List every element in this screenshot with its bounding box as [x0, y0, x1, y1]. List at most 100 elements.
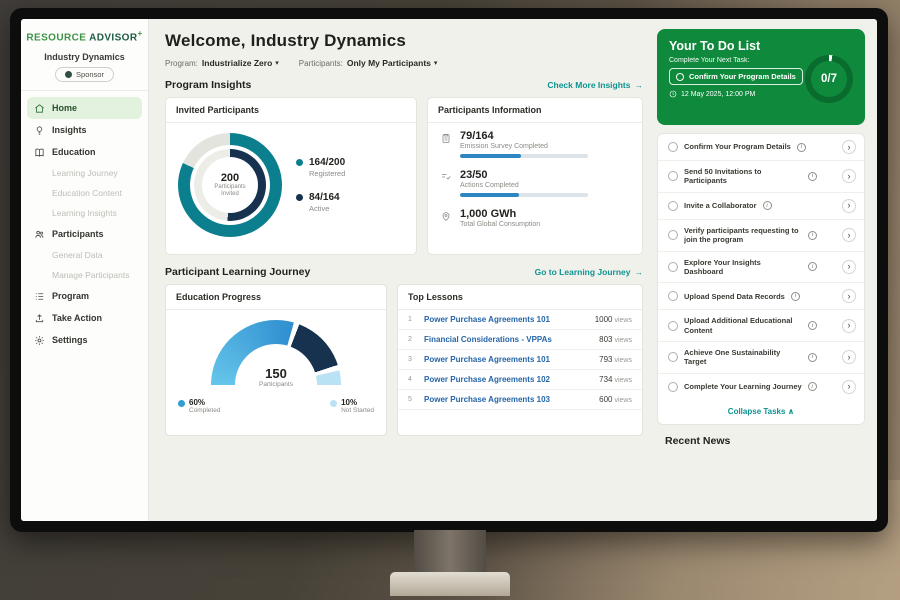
participants-select-value: Only My Participants: [347, 58, 431, 68]
stat-global-consumption: 1,000 GWh Total Global Consumption: [428, 201, 642, 232]
sidebar-item-learning-insights[interactable]: Learning Insights: [21, 203, 148, 223]
todo-panel: Your To Do List Complete Your Next Task:…: [655, 19, 877, 521]
clock-icon: [669, 90, 677, 98]
info-icon[interactable]: i: [808, 262, 817, 271]
monitor-stand: [414, 530, 486, 578]
donut-legend: 164/200 Registered 84/164 Active: [296, 157, 345, 213]
lesson-link[interactable]: Power Purchase Agreements 101: [424, 355, 591, 364]
todo-task[interactable]: Upload Spend Data Records i ›: [658, 283, 864, 310]
chevron-right-icon[interactable]: ›: [842, 169, 856, 183]
todo-task[interactable]: Verify participants requesting to join t…: [658, 220, 864, 252]
sidebar-item-insights[interactable]: Insights: [21, 119, 148, 141]
chevron-right-icon[interactable]: ›: [842, 260, 856, 274]
sponsor-badge: Sponsor: [55, 67, 114, 82]
sidebar-item-take-action[interactable]: Take Action: [21, 307, 148, 329]
checkbox-icon[interactable]: [676, 73, 684, 81]
chevron-right-icon[interactable]: ›: [842, 199, 856, 213]
sidebar-item-education-content[interactable]: Education Content: [21, 183, 148, 203]
todo-task[interactable]: Confirm Your Program Details i ›: [658, 134, 864, 161]
sidebar-item-label: Take Action: [52, 313, 102, 323]
checkbox-icon[interactable]: [668, 382, 678, 392]
gauge-center-value: 150: [211, 366, 341, 381]
lesson-row: 4 Power Purchase Agreements 102 734views: [398, 370, 642, 390]
check-more-insights-link[interactable]: Check More Insights →: [547, 80, 643, 90]
chevron-down-icon: ▾: [434, 59, 438, 67]
app-logo: RESOURCE ADVISOR+: [21, 29, 148, 43]
lesson-link[interactable]: Power Purchase Agreements 102: [424, 375, 591, 384]
participants-filter-label: Participants:: [299, 59, 343, 68]
stat-emission-survey: 79/164 Emission Survey Completed: [428, 123, 642, 162]
sidebar-item-label: Settings: [52, 335, 88, 345]
todo-task[interactable]: Achieve One Sustainability Target i ›: [658, 342, 864, 374]
todo-task[interactable]: Send 50 Invitations to Participants i ›: [658, 161, 864, 193]
lesson-row: 3 Power Purchase Agreements 101 793views: [398, 350, 642, 370]
chevron-right-icon[interactable]: ›: [842, 350, 856, 364]
lesson-link[interactable]: Power Purchase Agreements 103: [424, 395, 591, 404]
go-to-learning-journey-link[interactable]: Go to Learning Journey →: [535, 267, 643, 277]
sidebar-item-label: Home: [52, 103, 77, 113]
section-title-learning-journey: Participant Learning Journey: [165, 266, 310, 278]
info-icon[interactable]: i: [808, 231, 817, 240]
chevron-right-icon[interactable]: ›: [842, 380, 856, 394]
chevron-right-icon[interactable]: ›: [842, 228, 856, 242]
sidebar-item-label: Program: [52, 291, 89, 301]
sidebar-item-manage-participants[interactable]: Manage Participants: [21, 265, 148, 285]
list-icon: [34, 291, 45, 302]
todo-hero-card: Your To Do List Complete Your Next Task:…: [657, 29, 865, 125]
sidebar-item-program[interactable]: Program: [21, 285, 148, 307]
todo-task[interactable]: Invite a Collaborator i ›: [658, 193, 864, 220]
info-icon[interactable]: i: [791, 292, 800, 301]
sidebar-item-home[interactable]: Home: [27, 97, 142, 119]
gear-icon: [34, 335, 45, 346]
todo-task[interactable]: Upload Additional Educational Content i …: [658, 310, 864, 342]
participants-select[interactable]: Only My Participants ▾: [347, 58, 438, 68]
sidebar: RESOURCE ADVISOR+ Industry Dynamics Spon…: [21, 19, 149, 521]
checkbox-icon[interactable]: [668, 230, 678, 240]
info-icon[interactable]: i: [808, 172, 817, 181]
sidebar-item-settings[interactable]: Settings: [21, 329, 148, 351]
sidebar-item-general-data[interactable]: General Data: [21, 245, 148, 265]
arrow-right-icon: →: [635, 80, 644, 90]
lesson-row: 2 Financial Considerations - VPPAs 803vi…: [398, 330, 642, 350]
sidebar-item-label: Manage Participants: [52, 270, 130, 280]
todo-task[interactable]: Explore Your Insights Dashboard i ›: [658, 252, 864, 284]
book-icon: [34, 147, 45, 158]
sidebar-item-participants[interactable]: Participants: [21, 223, 148, 245]
lesson-link[interactable]: Financial Considerations - VPPAs: [424, 335, 591, 344]
checkbox-icon[interactable]: [668, 142, 678, 152]
info-icon[interactable]: i: [808, 382, 817, 391]
info-icon[interactable]: i: [808, 353, 817, 362]
org-name: Industry Dynamics: [21, 52, 148, 62]
top-lessons-card: Top Lessons 1 Power Purchase Agreements …: [397, 284, 643, 436]
info-icon[interactable]: i: [808, 321, 817, 330]
sidebar-item-education[interactable]: Education: [21, 141, 148, 163]
checkbox-icon[interactable]: [668, 291, 678, 301]
chevron-right-icon[interactable]: ›: [842, 140, 856, 154]
donut-center-label: Participants Invited: [208, 184, 252, 198]
program-select[interactable]: Industrialize Zero ▾: [202, 58, 279, 68]
chevron-right-icon[interactable]: ›: [842, 319, 856, 333]
chevron-right-icon[interactable]: ›: [842, 289, 856, 303]
checkbox-icon[interactable]: [668, 201, 678, 211]
checkbox-icon[interactable]: [668, 352, 678, 362]
todo-task[interactable]: Complete Your Learning Journey i ›: [658, 374, 864, 400]
program-select-value: Industrialize Zero: [202, 58, 272, 68]
next-task-chip[interactable]: Confirm Your Program Details: [669, 68, 803, 85]
home-icon: [34, 103, 45, 114]
education-progress-gauge-chart: 150 Participants: [211, 320, 341, 386]
checkbox-icon[interactable]: [668, 262, 678, 272]
checkbox-icon[interactable]: [668, 171, 678, 181]
card-title: Invited Participants: [166, 98, 416, 123]
main-content: Welcome, Industry Dynamics Program: Indu…: [149, 19, 655, 521]
chevron-up-icon: ∧: [788, 407, 795, 416]
info-icon[interactable]: i: [763, 201, 772, 210]
info-icon[interactable]: i: [797, 143, 806, 152]
card-title: Participants Information: [428, 98, 642, 123]
todo-task-list: Confirm Your Program Details i › Send 50…: [657, 133, 865, 425]
collapse-tasks-link[interactable]: Collapse Tasks ∧: [658, 400, 864, 422]
actions-progress-bar: [460, 193, 588, 197]
sidebar-item-learning-journey[interactable]: Learning Journey: [21, 163, 148, 183]
lesson-link[interactable]: Power Purchase Agreements 101: [424, 315, 587, 324]
checkbox-icon[interactable]: [668, 321, 678, 331]
education-progress-card: Education Progress 150 Participants: [165, 284, 387, 436]
